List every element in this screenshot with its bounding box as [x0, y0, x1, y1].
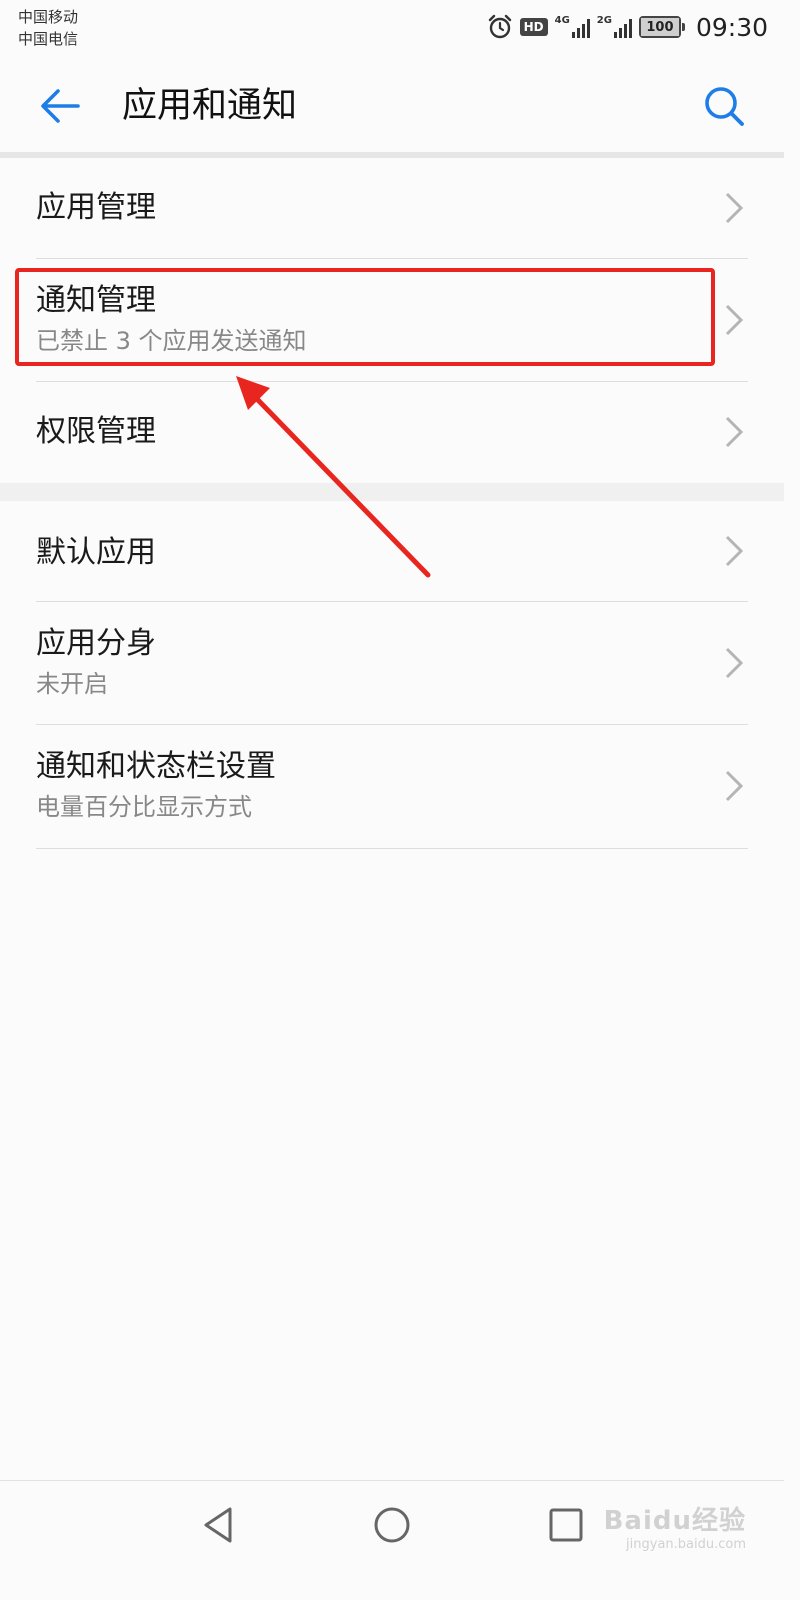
net-label-2g: 2G: [596, 15, 612, 26]
status-icons: HD 4G 2G 100 09:30: [487, 10, 768, 44]
square-recents-icon: [549, 1508, 583, 1542]
row-subtitle: 未开启: [36, 670, 108, 698]
row-title: 应用分身: [36, 626, 156, 661]
page-title: 应用和通知: [122, 86, 298, 126]
row-title: 通知和状态栏设置: [36, 749, 276, 784]
signal-bars-icon: [571, 18, 590, 38]
row-default-apps[interactable]: 默认应用: [0, 501, 784, 601]
row-notification-status-bar-settings[interactable]: 通知和状态栏设置 电量百分比显示方式: [0, 725, 784, 848]
search-button[interactable]: [694, 76, 754, 136]
settings-group-2: 默认应用 应用分身 未开启 通知和状态栏设置 电量百分比显示方式: [0, 501, 784, 850]
divider: [36, 848, 748, 849]
watermark-logo: Baidu经验 jingyan.baidu.com: [604, 1500, 746, 1552]
row-title: 应用管理: [36, 190, 156, 225]
chevron-right-icon: [725, 416, 744, 448]
row-app-management[interactable]: 应用管理: [0, 158, 784, 258]
search-icon: [705, 87, 744, 126]
status-bar: 中国移动 中国电信 HD 4G 2G 100 09:30: [0, 0, 784, 56]
nav-recents-button[interactable]: [538, 1497, 594, 1553]
battery-icon: 100: [638, 16, 685, 38]
nav-back-button[interactable]: [190, 1497, 246, 1553]
signal-bars-icon: [613, 18, 632, 38]
carrier-1: 中国移动: [18, 8, 79, 26]
battery-level: 100: [646, 19, 674, 35]
hd-badge: HD: [519, 18, 548, 36]
back-button[interactable]: [30, 76, 90, 136]
net-label-4g: 4G: [554, 15, 570, 26]
carrier-2: 中国电信: [18, 30, 79, 48]
back-arrow-icon: [41, 89, 80, 123]
chevron-right-icon: [725, 647, 744, 679]
row-permission-management[interactable]: 权限管理: [0, 382, 784, 483]
row-title: 默认应用: [36, 535, 156, 570]
nav-home-button[interactable]: [364, 1497, 420, 1553]
row-app-twin[interactable]: 应用分身 未开启: [0, 602, 784, 724]
row-subtitle: 电量百分比显示方式: [36, 793, 252, 821]
signal-4g: 4G: [555, 16, 590, 38]
chevron-right-icon: [725, 192, 744, 224]
circle-home-icon: [374, 1507, 410, 1543]
chevron-right-icon: [725, 304, 744, 336]
clock: 09:30: [695, 12, 768, 42]
carrier-info: 中国移动 中国电信: [18, 6, 78, 50]
row-title: 权限管理: [36, 414, 156, 449]
watermark-url: jingyan.baidu.com: [626, 1537, 746, 1552]
chevron-right-icon: [725, 770, 744, 802]
signal-2g: 2G: [597, 16, 632, 38]
annotation-highlight-box: [15, 268, 715, 366]
watermark-main: Baidu经验: [603, 1506, 746, 1536]
alarm-icon: [488, 14, 511, 39]
group-gap: [0, 483, 784, 501]
triangle-back-icon: [204, 1507, 232, 1543]
chevron-right-icon: [725, 535, 744, 567]
app-bar: 应用和通知: [0, 56, 784, 156]
